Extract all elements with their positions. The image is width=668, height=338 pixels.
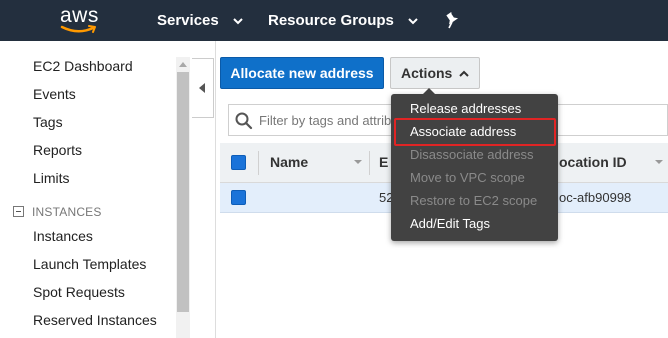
highlight-box [394, 118, 556, 146]
sidebar-item-tags[interactable]: Tags [33, 114, 63, 130]
menu-item-move-to-vpc-scope: Move to VPC scope [410, 170, 525, 185]
sidebar-navigation: EC2 Dashboard Events Tags Reports Limits… [0, 41, 192, 338]
panel-divider [215, 41, 216, 338]
sidebar-item-limits[interactable]: Limits [33, 170, 70, 186]
chevron-up-icon [459, 70, 469, 77]
allocate-new-address-button[interactable]: Allocate new address [220, 57, 384, 89]
resource-groups-label: Resource Groups [268, 12, 394, 29]
sidebar-item-reserved-instances[interactable]: Reserved Instances [33, 312, 157, 328]
row-checkbox[interactable] [231, 190, 246, 205]
column-separator [369, 151, 370, 175]
chevron-down-icon [233, 17, 243, 24]
sort-caret-icon[interactable] [655, 160, 663, 164]
menu-item-release-addresses[interactable]: Release addresses [410, 101, 521, 116]
collapse-sidebar-button[interactable] [192, 58, 214, 118]
aws-logo[interactable]: aws [58, 4, 104, 36]
column-separator [258, 151, 259, 175]
sidebar-item-spot-requests[interactable]: Spot Requests [33, 284, 125, 300]
menu-item-restore-to-ec2-scope: Restore to EC2 scope [410, 193, 538, 208]
actions-button[interactable]: Actions [390, 57, 480, 89]
sidebar-section-instances[interactable]: INSTANCES [13, 205, 102, 219]
sidebar-item-launch-templates[interactable]: Launch Templates [33, 256, 146, 272]
aws-smile-icon [60, 25, 96, 33]
top-navigation-bar: aws Services Resource Groups [0, 0, 668, 41]
menu-item-add-edit-tags[interactable]: Add/Edit Tags [410, 216, 490, 231]
sidebar-item-ec2-dashboard[interactable]: EC2 Dashboard [33, 58, 133, 74]
filter-search-input[interactable] [259, 110, 399, 130]
sort-caret-icon[interactable] [354, 160, 362, 164]
actions-dropdown-menu: Release addresses Associate address Disa… [391, 88, 558, 241]
scroll-up-arrow-icon[interactable] [179, 62, 187, 67]
chevron-left-icon [199, 83, 205, 93]
chevron-down-icon [408, 17, 418, 24]
scrollbar-thumb[interactable] [177, 72, 189, 312]
sidebar-item-events[interactable]: Events [33, 86, 76, 102]
sidebar-item-instances[interactable]: Instances [33, 228, 93, 244]
select-all-checkbox[interactable] [231, 155, 246, 170]
column-header-elastic-ip[interactable]: E [379, 154, 388, 170]
pin-icon[interactable] [444, 12, 460, 29]
column-header-association-id[interactable]: ocation ID [559, 154, 627, 170]
services-menu[interactable]: Services [157, 0, 243, 41]
sidebar-scrollbar[interactable] [176, 57, 190, 338]
services-label: Services [157, 12, 219, 29]
resource-groups-menu[interactable]: Resource Groups [268, 0, 418, 41]
search-icon [235, 112, 253, 130]
menu-item-disassociate-address: Disassociate address [410, 147, 534, 162]
column-header-name[interactable]: Name [270, 154, 308, 170]
actions-label: Actions [401, 65, 453, 81]
sidebar-item-reports[interactable]: Reports [33, 142, 82, 158]
collapse-section-icon[interactable] [13, 206, 24, 217]
sidebar-section-label: INSTANCES [32, 205, 102, 219]
cell-association-id: oc-afb90998 [559, 190, 632, 205]
